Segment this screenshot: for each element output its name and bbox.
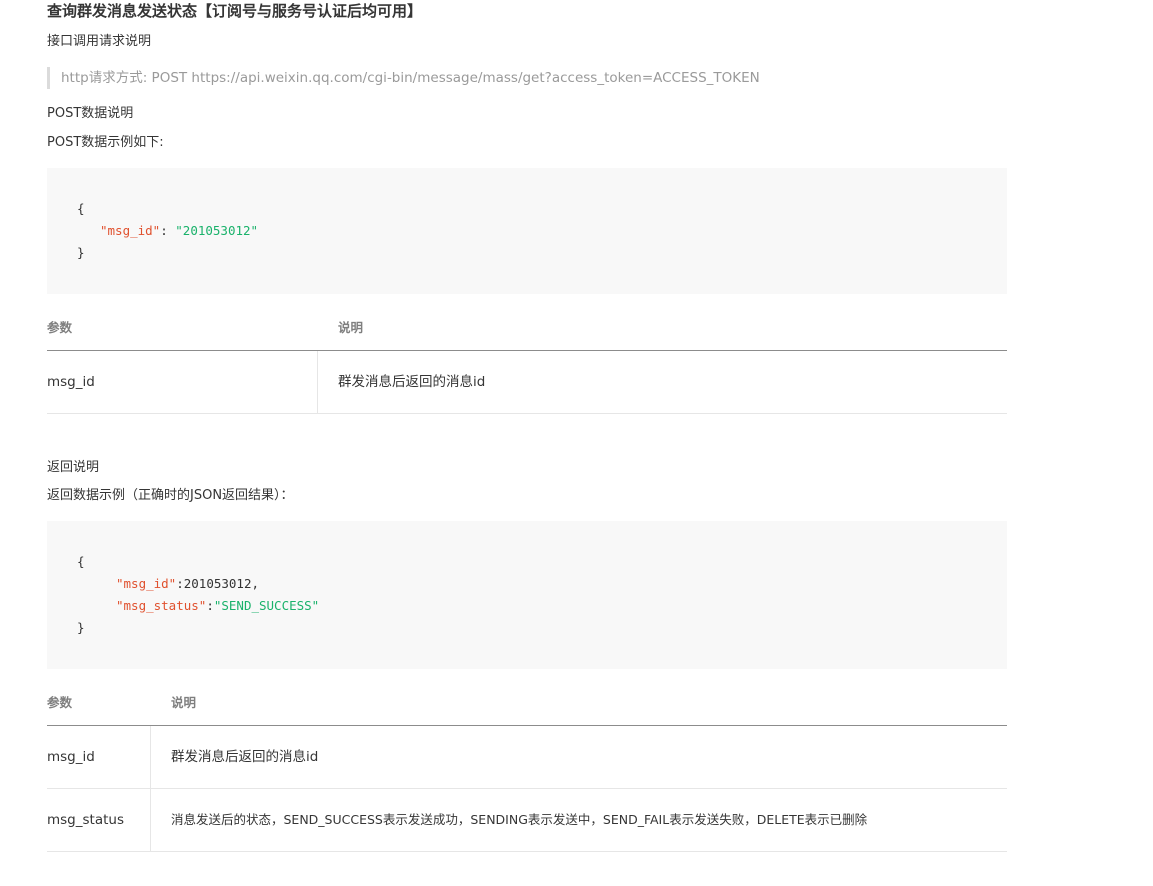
return-example-label: 返回数据示例（正确时的JSON返回结果）： <box>47 488 294 503</box>
param-name: msg_status <box>47 812 124 828</box>
column-divider <box>150 726 151 788</box>
code-value: "201053012" <box>175 223 259 238</box>
param-description: 群发消息后返回的消息id <box>171 749 319 765</box>
code-brace-close: } <box>77 620 85 635</box>
return-code-block: { "msg_id":201053012, "msg_status":"SEND… <box>47 521 1007 669</box>
section-title: 查询群发消息发送状态【订阅号与服务号认证后均可用】 <box>47 2 423 20</box>
table-header: 参数 说明 <box>47 306 1007 351</box>
param-name: msg_id <box>47 374 95 390</box>
table-row: msg_id 群发消息后返回的消息id <box>47 351 1007 414</box>
table-header: 参数 说明 <box>47 681 1007 726</box>
header-param: 参数 <box>47 695 73 710</box>
http-request-quote: http请求方式: POST https://api.weixin.qq.com… <box>47 67 760 89</box>
code-line-msg-id: "msg_id": "201053012" <box>100 223 258 239</box>
table-row: msg_status 消息发送后的状态，SEND_SUCCESS表示发送成功，S… <box>47 789 1007 852</box>
code-brace-open: { <box>77 554 85 569</box>
code-key: "msg_id" <box>100 223 161 238</box>
code-key: "msg_id" <box>116 576 177 591</box>
return-label: 返回说明 <box>47 460 100 475</box>
header-description: 说明 <box>171 695 197 710</box>
code-separator: : <box>206 598 214 613</box>
code-line-msg-status: "msg_status":"SEND_SUCCESS" <box>116 598 319 614</box>
code-line-msg-id: "msg_id":201053012, <box>116 576 259 592</box>
code-key: "msg_status" <box>116 598 207 613</box>
post-data-label: POST数据说明 <box>47 106 134 121</box>
param-description: 消息发送后的状态，SEND_SUCCESS表示发送成功，SENDING表示发送中… <box>171 812 868 827</box>
post-example-label: POST数据示例如下: <box>47 135 164 150</box>
param-description: 群发消息后返回的消息id <box>338 374 486 390</box>
code-brace-close: } <box>77 245 85 260</box>
code-value: "SEND_SUCCESS" <box>213 598 320 613</box>
interface-label: 接口调用请求说明 <box>47 34 152 49</box>
code-brace-open: { <box>77 201 85 216</box>
table-row: msg_id 群发消息后返回的消息id <box>47 726 1007 789</box>
code-separator: : <box>160 223 176 238</box>
param-name: msg_id <box>47 749 95 765</box>
header-param: 参数 <box>47 320 73 335</box>
header-description: 说明 <box>338 320 364 335</box>
column-divider <box>150 789 151 851</box>
post-code-block: { "msg_id": "201053012" } <box>47 168 1007 294</box>
column-divider <box>317 351 318 413</box>
code-value: :201053012, <box>176 576 260 591</box>
